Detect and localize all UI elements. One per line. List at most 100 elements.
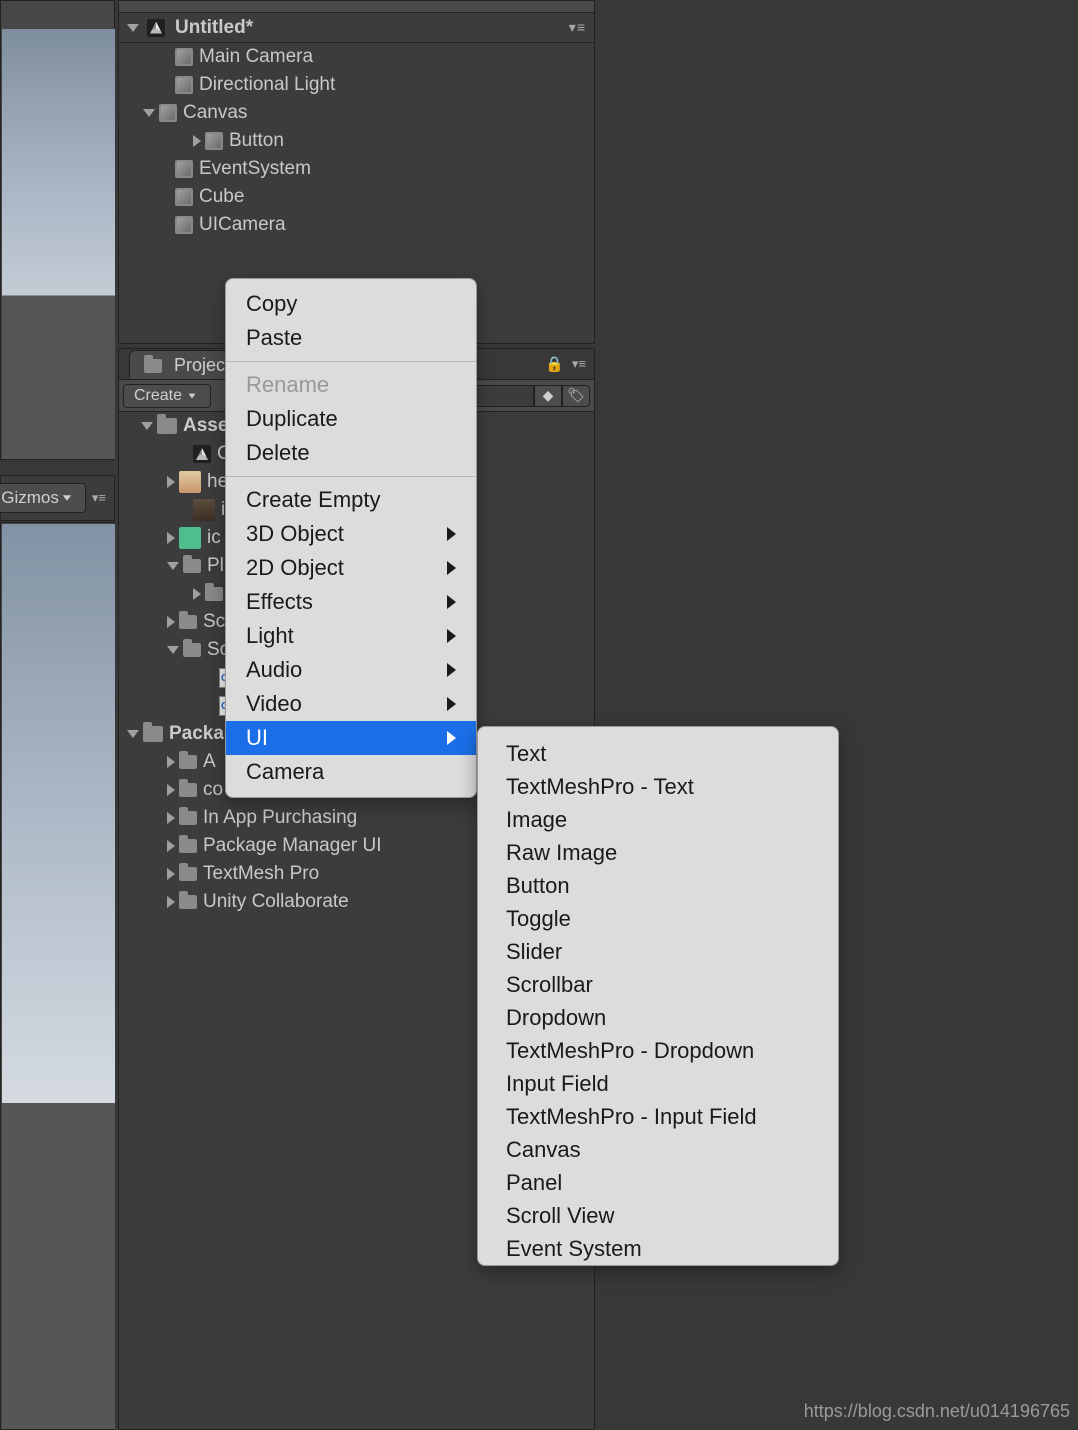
hierarchy-item-cube[interactable]: Cube [119,183,594,211]
hierarchy-label: Directional Light [199,74,335,96]
menu-label: Rename [246,372,329,398]
submenu-item-canvas[interactable]: Canvas [478,1133,838,1166]
menu-label: Audio [246,657,302,683]
hierarchy-item-main-camera[interactable]: Main Camera [119,43,594,71]
menu-label: Video [246,691,302,717]
menu-label: Event System [506,1236,642,1262]
submenu-item-slider[interactable]: Slider [478,935,838,968]
gameobject-icon [175,48,193,66]
submenu-item-scrollbar[interactable]: Scrollbar [478,968,838,1001]
project-tab-label: Project [174,355,230,376]
menu-label: Effects [246,589,313,615]
foldout-down-icon[interactable] [143,109,155,117]
project-label: Sc [203,611,225,633]
watermark-url: https://blog.csdn.net/u014196765 [804,1401,1070,1422]
ui-submenu: Text TextMeshPro - Text Image Raw Image … [477,726,839,1266]
hierarchy-label: UICamera [199,214,286,236]
menu-separator [226,361,476,362]
folder-icon [179,811,197,825]
hierarchy-item-event-system[interactable]: EventSystem [119,155,594,183]
filter-by-type-button[interactable]: ◆ [534,385,562,407]
gizmos-button[interactable]: Gizmos [0,483,86,513]
folder-icon [179,839,197,853]
texture-thumbnail-icon [179,527,201,549]
scene-name: Untitled* [175,17,253,39]
folder-icon [179,783,197,797]
folder-icon [144,359,162,373]
foldout-down-icon[interactable] [127,730,139,738]
foldout-right-icon[interactable] [167,784,175,796]
gameobject-icon [175,216,193,234]
menu-label: UI [246,725,268,751]
context-menu-delete[interactable]: Delete [226,436,476,470]
hierarchy-label: Button [229,130,284,152]
submenu-item-text[interactable]: Text [478,737,838,770]
submenu-item-input-field[interactable]: Input Field [478,1067,838,1100]
gameobject-icon [159,104,177,122]
submenu-item-panel[interactable]: Panel [478,1166,838,1199]
gizmos-label: Gizmos [1,488,59,508]
filter-by-label-button[interactable]: 🏷 [562,385,590,407]
hierarchy-label: Cube [199,186,244,208]
viewport-column: Gizmos ▾≡ [0,0,115,1430]
foldout-down-icon[interactable] [167,562,179,570]
submenu-item-tmp-dropdown[interactable]: TextMeshPro - Dropdown [478,1034,838,1067]
foldout-down-icon[interactable] [141,422,153,430]
folder-icon [179,895,197,909]
submenu-item-raw-image[interactable]: Raw Image [478,836,838,869]
create-button[interactable]: Create [123,384,211,408]
submenu-arrow-icon [447,731,456,745]
panel-options-icon[interactable]: ▾≡ [569,19,586,36]
menu-label: Camera [246,759,324,785]
scene-view-top[interactable] [0,0,115,460]
submenu-item-image[interactable]: Image [478,803,838,836]
foldout-right-icon[interactable] [167,812,175,824]
context-menu-paste[interactable]: Paste [226,321,476,355]
foldout-down-icon[interactable] [167,646,179,654]
context-menu-audio[interactable]: Audio [226,653,476,687]
panel-options-icon[interactable]: ▾≡ [572,356,586,372]
context-menu-video[interactable]: Video [226,687,476,721]
submenu-item-toggle[interactable]: Toggle [478,902,838,935]
submenu-item-tmp-text[interactable]: TextMeshPro - Text [478,770,838,803]
context-menu-copy[interactable]: Copy [226,287,476,321]
menu-label: TextMeshPro - Dropdown [506,1038,754,1064]
hierarchy-item-canvas[interactable]: Canvas [119,99,594,127]
foldout-right-icon[interactable] [167,476,175,488]
scene-view-bottom[interactable] [0,522,115,1430]
panel-menu-icon[interactable]: ▾≡ [92,490,106,506]
hierarchy-item-ui-camera[interactable]: UICamera [119,211,594,239]
submenu-item-tmp-input-field[interactable]: TextMeshPro - Input Field [478,1100,838,1133]
context-menu-effects[interactable]: Effects [226,585,476,619]
foldout-right-icon[interactable] [193,588,201,600]
context-menu-create-empty[interactable]: Create Empty [226,483,476,517]
foldout-right-icon[interactable] [167,840,175,852]
context-menu-ui[interactable]: UI [226,721,476,755]
foldout-right-icon[interactable] [193,135,201,147]
submenu-arrow-icon [447,663,456,677]
project-label: Pl [207,555,224,577]
submenu-item-scroll-view[interactable]: Scroll View [478,1199,838,1232]
submenu-arrow-icon [447,595,456,609]
hierarchy-item-directional-light[interactable]: Directional Light [119,71,594,99]
foldout-right-icon[interactable] [167,868,175,880]
foldout-right-icon[interactable] [167,756,175,768]
hierarchy-item-button[interactable]: Button [119,127,594,155]
foldout-down-icon[interactable] [127,24,139,32]
hierarchy-scene-header[interactable]: Untitled* ▾≡ [119,13,594,43]
menu-label: TextMeshPro - Input Field [506,1104,757,1130]
foldout-right-icon[interactable] [167,896,175,908]
context-menu-2d-object[interactable]: 2D Object [226,551,476,585]
context-menu-camera[interactable]: Camera [226,755,476,789]
foldout-right-icon[interactable] [167,616,175,628]
folder-icon [205,587,223,601]
context-menu-3d-object[interactable]: 3D Object [226,517,476,551]
context-menu-light[interactable]: Light [226,619,476,653]
context-menu-duplicate[interactable]: Duplicate [226,402,476,436]
submenu-item-button[interactable]: Button [478,869,838,902]
submenu-item-dropdown[interactable]: Dropdown [478,1001,838,1034]
lock-icon[interactable]: 🔒 [545,355,564,373]
foldout-right-icon[interactable] [167,532,175,544]
submenu-item-event-system[interactable]: Event System [478,1232,838,1265]
texture-thumbnail-icon [193,499,215,521]
